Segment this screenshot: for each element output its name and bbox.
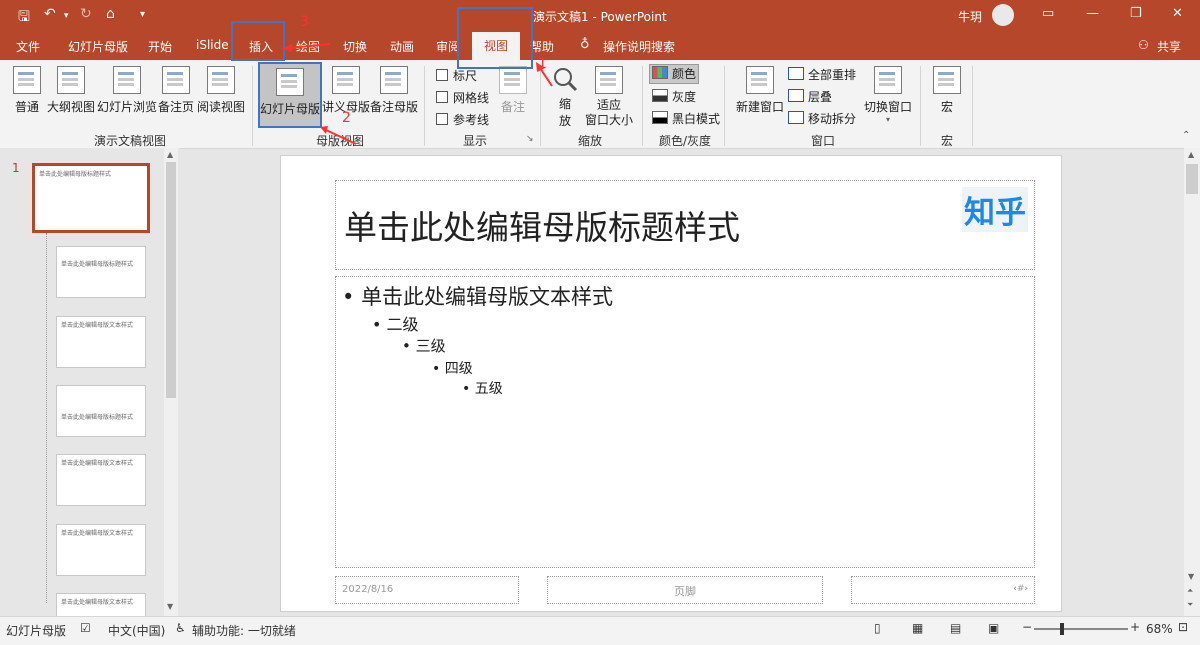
arrange-all-button[interactable]: 全部重排 bbox=[788, 66, 856, 83]
switch-windows-icon bbox=[874, 66, 902, 94]
scroll-up-icon[interactable]: ▲ bbox=[167, 150, 173, 159]
scrollbar-thumb[interactable] bbox=[166, 162, 176, 398]
grayscale-icon bbox=[652, 89, 668, 102]
slideshow-icon[interactable]: ▣ bbox=[988, 621, 999, 635]
editor-scrollbar[interactable]: ▲ ▼ ⏶ ⏷ bbox=[1184, 148, 1200, 616]
grayscale-button[interactable]: 灰度 bbox=[652, 88, 696, 105]
annotation-arrow bbox=[539, 67, 553, 87]
group-label-color: 颜色/灰度 bbox=[658, 134, 712, 148]
black-white-button[interactable]: 黑白模式 bbox=[652, 110, 720, 127]
reading-view-icon[interactable]: ▤ bbox=[950, 621, 961, 635]
avatar[interactable] bbox=[992, 4, 1014, 26]
layout-thumbnail[interactable]: 单击此处编辑母版标题样式 bbox=[56, 246, 146, 298]
master-thumbnail[interactable]: 单击此处编辑母版标题样式 bbox=[32, 163, 150, 233]
group-separator bbox=[972, 66, 973, 146]
color-button[interactable]: 颜色 bbox=[649, 64, 699, 84]
previous-slide-icon[interactable]: ⏶ bbox=[1187, 586, 1193, 596]
scrollbar-thumb[interactable] bbox=[1186, 164, 1198, 194]
spelling-icon[interactable]: ☑ bbox=[80, 621, 91, 635]
footer-placeholder[interactable]: 页脚 bbox=[547, 576, 823, 604]
zoom-slider[interactable] bbox=[1034, 623, 1128, 635]
switch-windows-button[interactable]: 切换窗口 ▾ bbox=[862, 66, 914, 124]
body-placeholder[interactable]: • 单击此处编辑母版文本样式 • 二级 • 三级 • 四级 • 五级 bbox=[335, 276, 1035, 568]
annotation-arrow-head bbox=[282, 44, 292, 52]
title-placeholder[interactable]: 单击此处编辑母版标题样式 知乎 bbox=[335, 180, 1035, 270]
chevron-down-icon: ▾ bbox=[885, 115, 890, 124]
move-split-button[interactable]: 移动拆分 bbox=[788, 110, 856, 127]
scroll-down-icon[interactable]: ▼ bbox=[167, 602, 173, 611]
close-icon[interactable]: ✕ bbox=[1172, 6, 1183, 21]
layout-thumbnail[interactable]: 单击此处编辑母版文本样式 bbox=[56, 593, 146, 617]
annotation-arrows bbox=[282, 43, 553, 145]
date-placeholder[interactable]: 2022/8/16 bbox=[335, 576, 519, 604]
color-icon bbox=[652, 66, 668, 79]
view-name: 幻灯片母版 bbox=[6, 624, 67, 638]
bullet-level-4: • 四级 bbox=[432, 361, 473, 377]
new-window-icon bbox=[746, 66, 774, 94]
macros-icon bbox=[933, 66, 961, 94]
zoom-level[interactable]: 68% bbox=[1146, 622, 1173, 636]
normal-view-icon[interactable]: ▯ bbox=[874, 621, 881, 635]
slide-index: 1 bbox=[12, 161, 20, 175]
group-separator bbox=[724, 66, 725, 146]
slide-canvas[interactable]: 单击此处编辑母版标题样式 知乎 • 单击此处编辑母版文本样式 • 二级 • 三级… bbox=[280, 155, 1062, 612]
annotation-arrow bbox=[325, 129, 357, 145]
slide-sorter-icon[interactable]: ▦ bbox=[912, 621, 923, 635]
zoom-slider-thumb[interactable] bbox=[1060, 623, 1064, 635]
person-icon: ⚇ bbox=[1138, 38, 1149, 52]
tell-me-search[interactable]: 操作说明搜索 bbox=[603, 38, 675, 55]
accessibility-icon[interactable]: ♿ bbox=[175, 621, 186, 635]
logo: 知乎 bbox=[962, 187, 1028, 232]
thumbnail-pane: 1 单击此处编辑母版标题样式 单击此处编辑母版标题样式 单击此处编辑母版文本样式… bbox=[0, 148, 180, 617]
minimize-icon[interactable]: — bbox=[1086, 6, 1099, 21]
slide-number-placeholder[interactable]: ‹#› bbox=[851, 576, 1035, 604]
bullet-level-2: • 二级 bbox=[372, 315, 419, 334]
black-white-icon bbox=[652, 111, 668, 124]
arrange-all-icon bbox=[788, 67, 804, 80]
group-separator bbox=[642, 66, 643, 146]
group-label-window: 窗口 bbox=[810, 134, 835, 148]
user-name: 牛玥 bbox=[958, 10, 983, 24]
status-bar: 幻灯片母版 ☑ 中文(中国) ♿ 辅助功能: 一切就绪 ▯ ▦ ▤ ▣ − + … bbox=[0, 616, 1200, 645]
layout-thumbnail[interactable]: 单击此处编辑母版文本样式 bbox=[56, 524, 146, 576]
thumbnail-scrollbar[interactable]: ▲ ▼ bbox=[164, 148, 178, 616]
group-label-macros: 宏 bbox=[940, 134, 953, 148]
layout-thumbnail[interactable]: 单击此处编辑母版文本样式 bbox=[56, 454, 146, 506]
next-slide-icon[interactable]: ⏷ bbox=[1187, 600, 1193, 610]
collapse-ribbon-icon[interactable]: ⌃ bbox=[1182, 130, 1190, 141]
move-split-icon bbox=[788, 111, 804, 124]
scroll-up-icon[interactable]: ▲ bbox=[1188, 150, 1194, 159]
cascade-button[interactable]: 层叠 bbox=[788, 88, 832, 105]
fit-slide-icon[interactable]: ⊡ bbox=[1178, 620, 1188, 634]
group-separator bbox=[920, 66, 921, 146]
scroll-down-icon[interactable]: ▼ bbox=[1188, 572, 1194, 581]
language-status[interactable]: 中文(中国) bbox=[108, 622, 165, 639]
annotation-arrow bbox=[289, 43, 331, 49]
macros-button[interactable]: 宏 bbox=[930, 66, 964, 115]
new-window-button[interactable]: 新建窗口 bbox=[734, 66, 786, 115]
restore-icon[interactable]: ❐ bbox=[1130, 6, 1142, 21]
layout-thumbnail[interactable]: 单击此处编辑母版文本样式 bbox=[56, 316, 146, 368]
accessibility-status[interactable]: 辅助功能: 一切就绪 bbox=[192, 622, 296, 639]
bullet-level-3: • 三级 bbox=[402, 337, 446, 355]
bullet-level-1: • 单击此处编辑母版文本样式 bbox=[342, 285, 614, 309]
share-button[interactable]: 共享 bbox=[1157, 38, 1181, 55]
slide-title: 单击此处编辑母版标题样式 bbox=[344, 208, 740, 247]
bullet-level-5: • 五级 bbox=[462, 381, 503, 397]
zoom-in-icon[interactable]: + bbox=[1130, 620, 1140, 634]
layout-thumbnail[interactable]: 单击此处编辑母版标题样式 bbox=[56, 385, 146, 437]
cascade-icon bbox=[788, 89, 804, 102]
zoom-out-icon[interactable]: − bbox=[1022, 620, 1032, 634]
annotation-arrow-head bbox=[320, 126, 328, 134]
tree-line bbox=[46, 233, 48, 603]
ribbon-display-icon[interactable]: ▭ bbox=[1042, 6, 1054, 21]
